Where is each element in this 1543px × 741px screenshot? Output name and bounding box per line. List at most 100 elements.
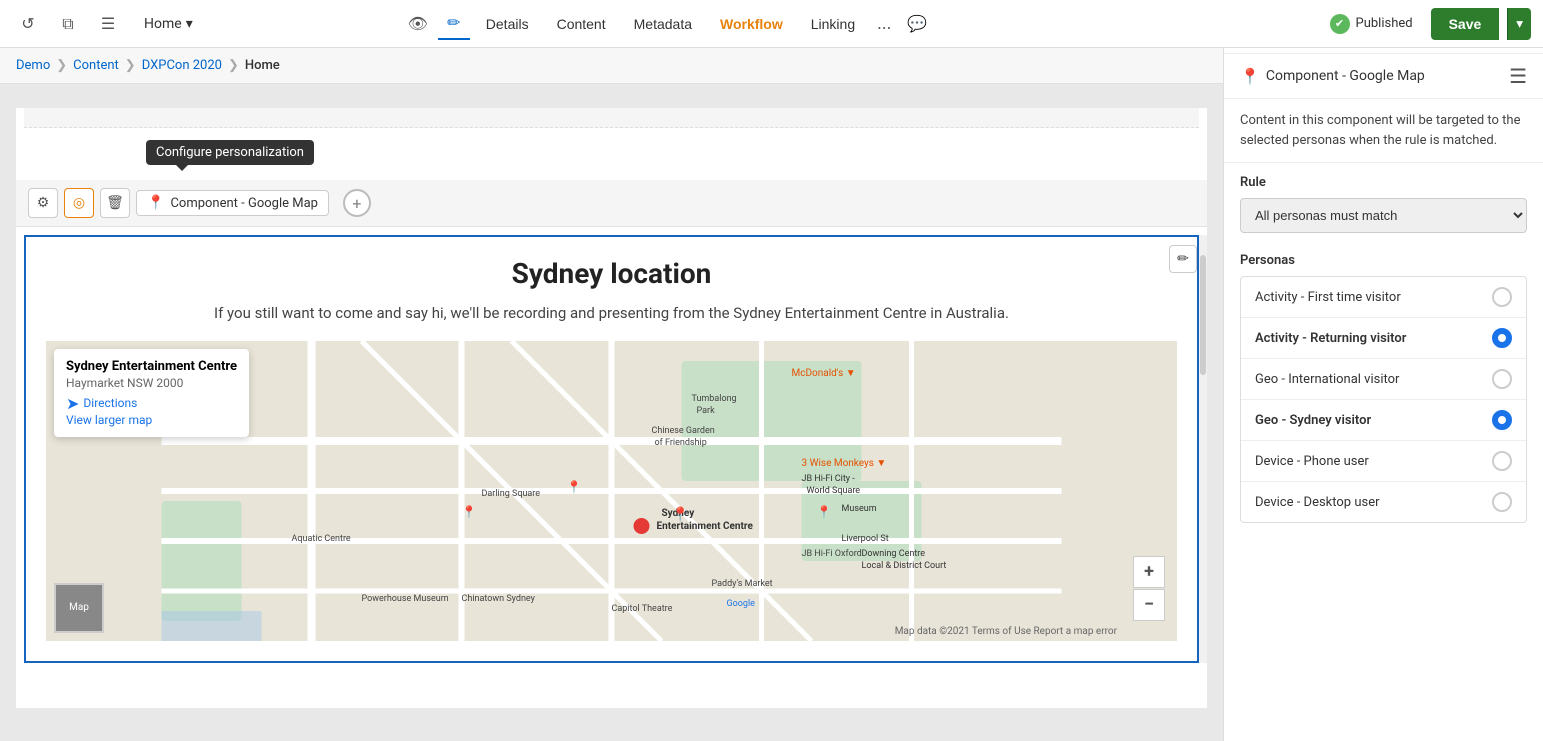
map-controls: + − — [1133, 556, 1165, 621]
persona-radio-desktop-user[interactable] — [1492, 492, 1512, 512]
map-directions-button[interactable]: ➤ Directions — [66, 394, 237, 413]
svg-text:of Friendship: of Friendship — [655, 438, 707, 448]
persona-radio-returning-visitor[interactable] — [1492, 328, 1512, 348]
toolbar-center: 👁 ✏ Details Content Metadata Workflow Li… — [402, 8, 934, 40]
personas-label: Personas — [1240, 253, 1527, 268]
persona-item-sydney-visitor[interactable]: Geo - Sydney visitor — [1241, 400, 1526, 441]
svg-text:McDonald's ▼: McDonald's ▼ — [792, 368, 856, 379]
persona-item-phone-user[interactable]: Device - Phone user — [1241, 441, 1526, 482]
workflow-tab[interactable]: Workflow — [708, 10, 795, 38]
compare-icon[interactable]: ⧉ — [52, 8, 84, 40]
svg-text:Museum: Museum — [842, 504, 877, 514]
svg-text:📍: 📍 — [462, 505, 477, 519]
content-tab[interactable]: Content — [545, 10, 618, 38]
svg-text:Capitol Theatre: Capitol Theatre — [612, 604, 673, 614]
directions-icon: ➤ — [66, 394, 79, 413]
rule-section: Rule All personas must match — [1224, 163, 1543, 245]
personas-section: Personas Activity - First time visitorAc… — [1224, 245, 1543, 741]
persona-label-desktop-user: Device - Desktop user — [1255, 495, 1380, 510]
panel-component-name: Component - Google Map — [1266, 68, 1425, 84]
map-pin-icon: 📍 — [147, 195, 164, 211]
breadcrumb-demo[interactable]: Demo — [16, 58, 50, 73]
persona-item-returning-visitor[interactable]: Activity - Returning visitor — [1241, 318, 1526, 359]
persona-radio-sydney-visitor[interactable] — [1492, 410, 1512, 430]
svg-text:Park: Park — [697, 406, 716, 416]
svg-text:Darling Square: Darling Square — [482, 489, 541, 499]
persona-item-desktop-user[interactable]: Device - Desktop user — [1241, 482, 1526, 522]
svg-text:Google: Google — [727, 599, 756, 609]
published-label: Published — [1356, 16, 1413, 31]
sydney-title: Sydney location — [46, 257, 1177, 290]
history-icon[interactable]: ↺ — [12, 8, 44, 40]
component-toolbar: ⚙ ◎ 🗑 📍 Component - Google Map + — [16, 180, 1207, 227]
svg-text:Local & District Court: Local & District Court — [862, 561, 947, 571]
content-wrapper: Configure personalization ⚙ ◎ 🗑 📍 Compon… — [16, 108, 1207, 708]
toolbar-right: ✔ Published Save ▾ — [1320, 8, 1532, 40]
rule-select[interactable]: All personas must match — [1240, 198, 1527, 233]
published-badge: ✔ Published — [1320, 10, 1423, 38]
breadcrumb-home: Home — [245, 58, 280, 73]
component-label: 📍 Component - Google Map — [136, 190, 329, 216]
document-icon[interactable]: ☰ — [92, 8, 124, 40]
published-icon: ✔ — [1330, 14, 1350, 34]
svg-text:📍: 📍 — [817, 505, 832, 519]
target-button[interactable]: ◎ — [64, 188, 94, 218]
save-button[interactable]: Save — [1431, 8, 1500, 40]
details-tab[interactable]: Details — [474, 10, 541, 38]
comments-icon[interactable]: 💬 — [901, 8, 933, 40]
persona-item-international-visitor[interactable]: Geo - International visitor — [1241, 359, 1526, 400]
top-empty-bar — [24, 108, 1199, 128]
svg-text:JB Hi-Fi City -: JB Hi-Fi City - — [802, 474, 856, 484]
map-footer: Map data ©2021 Terms of Use Report a map… — [895, 626, 1117, 637]
svg-text:Tumbalong: Tumbalong — [692, 394, 737, 404]
edit-pencil-button[interactable]: ✏ — [1169, 245, 1197, 273]
persona-label-first-time-visitor: Activity - First time visitor — [1255, 290, 1401, 305]
linking-tab[interactable]: Linking — [799, 10, 867, 38]
persona-label-sydney-visitor: Geo - Sydney visitor — [1255, 413, 1371, 428]
svg-text:JB Hi-Fi Oxford: JB Hi-Fi Oxford — [802, 549, 862, 559]
delete-button[interactable]: 🗑 — [100, 188, 130, 218]
panel-description: Content in this component will be target… — [1224, 99, 1543, 163]
map-address: Haymarket NSW 2000 — [66, 376, 237, 390]
persona-label-international-visitor: Geo - International visitor — [1255, 372, 1399, 387]
breadcrumb-sep-2: ❯ — [125, 58, 136, 73]
breadcrumb: Demo ❯ Content ❯ DXPCon 2020 ❯ Home — [0, 48, 1223, 84]
more-options-button[interactable]: ... — [871, 9, 897, 38]
persona-radio-international-visitor[interactable] — [1492, 369, 1512, 389]
main-area: Configure personalization ⚙ ◎ 🗑 📍 Compon… — [0, 84, 1223, 741]
rule-label: Rule — [1240, 175, 1527, 190]
metadata-tab[interactable]: Metadata — [622, 10, 704, 38]
persona-radio-phone-user[interactable] — [1492, 451, 1512, 471]
persona-label-returning-visitor: Activity - Returning visitor — [1255, 331, 1406, 346]
svg-text:📍: 📍 — [567, 480, 582, 494]
toolbar: ↺ ⧉ ☰ Home ▾ 👁 ✏ Details Content Metadat… — [0, 0, 1543, 48]
edit-icon[interactable]: ✏ — [438, 8, 470, 40]
home-button[interactable]: Home ▾ — [132, 10, 205, 38]
persona-item-first-time-visitor[interactable]: Activity - First time visitor — [1241, 277, 1526, 318]
svg-text:📍: 📍 — [672, 506, 689, 523]
persona-list: Activity - First time visitor Activity - … — [1240, 276, 1527, 523]
svg-text:Downing Centre: Downing Centre — [862, 549, 926, 559]
preview-icon[interactable]: 👁 — [402, 8, 434, 40]
zoom-out-button[interactable]: − — [1133, 589, 1165, 621]
save-dropdown-button[interactable]: ▾ — [1507, 8, 1531, 40]
breadcrumb-sep-3: ❯ — [228, 58, 239, 73]
home-chevron-icon: ▾ — [186, 16, 193, 32]
persona-radio-first-time-visitor[interactable] — [1492, 287, 1512, 307]
panel-menu-icon[interactable]: ☰ — [1509, 64, 1527, 88]
svg-text:Liverpool St: Liverpool St — [842, 534, 889, 544]
home-label: Home — [144, 16, 182, 32]
map-larger-link[interactable]: View larger map — [66, 413, 152, 427]
breadcrumb-dxpcon[interactable]: DXPCon 2020 — [142, 58, 222, 73]
settings-button[interactable]: ⚙ — [28, 188, 58, 218]
svg-text:World Square: World Square — [807, 486, 861, 496]
breadcrumb-content[interactable]: Content — [73, 58, 119, 73]
svg-text:Aquatic Centre: Aquatic Centre — [292, 534, 351, 544]
zoom-in-button[interactable]: + — [1133, 556, 1165, 588]
map-venue-name: Sydney Entertainment Centre — [66, 359, 237, 374]
scroll-track[interactable] — [1199, 235, 1207, 663]
toolbar-left: ↺ ⧉ ☰ Home ▾ — [12, 8, 205, 40]
svg-text:Paddy's Market: Paddy's Market — [712, 579, 773, 589]
add-component-button[interactable]: + — [343, 189, 371, 217]
svg-text:Chinese Garden: Chinese Garden — [652, 426, 715, 436]
